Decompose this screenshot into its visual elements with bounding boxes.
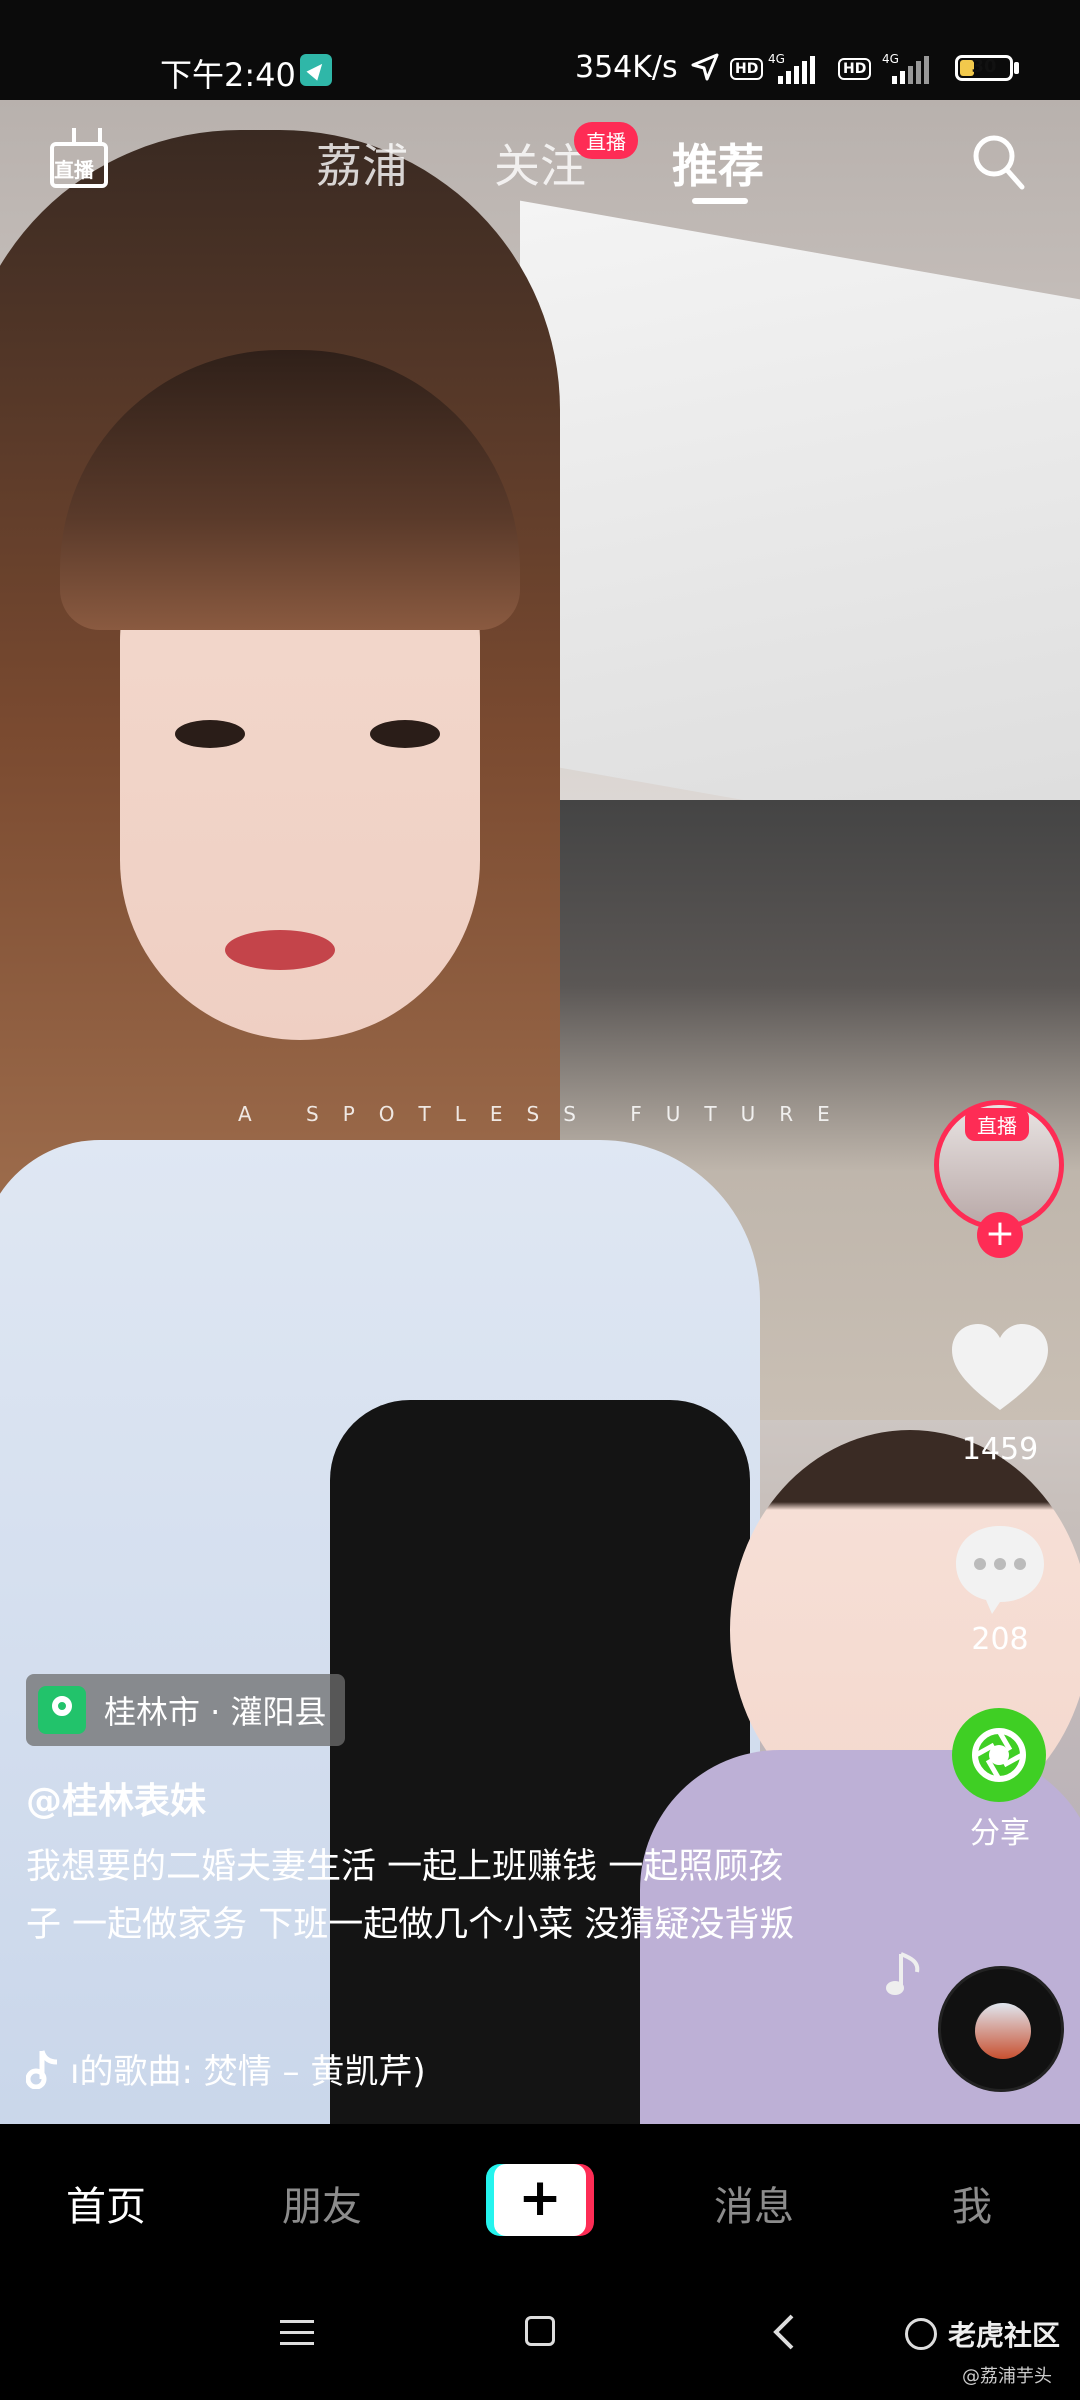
status-bar: 下午2:40 354K/s HD 4G HD 4G 30 [0,0,1080,100]
tab-local[interactable]: 荔浦 [316,130,408,196]
watermark-name: 老虎社区 [948,2319,1061,2352]
music-info[interactable]: ı的歌曲: 焚情 – 黄凯芹) [26,2044,426,2093]
location-tag[interactable]: 桂林市 · 灌阳县 [26,1674,345,1746]
avatar-live-badge: 直播 [965,1108,1029,1141]
status-time: 下午2:40 [160,56,296,94]
system-nav-bar: 老虎社区 @荔浦芋头 [0,2280,1080,2400]
network-speed: 354K/s [575,50,678,85]
home-icon[interactable] [525,2316,555,2346]
tab-following[interactable]: 关注 [494,130,586,196]
car-window [520,200,1080,860]
network-type-label: 4G [768,52,785,66]
location-pin-icon [38,1686,86,1734]
heart-icon[interactable] [950,1322,1050,1414]
navigation-app-icon [300,54,332,86]
back-icon[interactable] [770,2314,800,2350]
aperture-icon [972,1728,1026,1782]
music-title: ı的歌曲: 焚情 – 黄凯芹) [70,2052,426,2092]
watermark-handle: @荔浦芋头 [962,2366,1052,2387]
battery-icon: 30 [955,55,1013,81]
location-arrow-icon [691,53,719,81]
comment-count: 208 [971,1622,1029,1657]
search-icon[interactable] [970,132,1026,192]
share-icon[interactable] [952,1708,1046,1802]
tab-recommend[interactable]: 推荐 [672,130,764,196]
recent-apps-icon[interactable] [280,2318,314,2348]
live-tv-icon[interactable]: 直播 [50,128,120,192]
location-text: 桂林市 · 灌阳县 [104,1693,327,1731]
hd-icon: HD [730,58,764,80]
battery-tip [1014,62,1019,74]
left-eye [175,720,245,748]
tiktok-note-icon [26,2049,58,2089]
music-note-icon [886,1952,920,1995]
hd-icon-2: HD [838,58,872,80]
create-button[interactable]: + [486,2164,594,2236]
video-caption: 我想要的二婚夫妻生活 一起上班赚钱 一起照顾孩子 一起做家务 下班一起做几个小菜… [26,1847,795,1945]
signal-icon: 4G [768,52,815,84]
top-nav: 直播 荔浦 关注 直播 推荐 [0,100,1080,220]
plus-icon: + [494,2164,586,2236]
community-logo-icon [905,2318,937,2350]
lips [225,930,335,970]
comment-icon[interactable] [952,1520,1048,1616]
music-disc[interactable] [938,1966,1064,2092]
live-tv-label: 直播 [54,158,94,182]
author-username[interactable]: @桂林表妹 [26,1772,206,1824]
nav-messages[interactable]: 消息 [714,2174,794,2232]
signal-icon-2: 4G [882,52,929,84]
follow-button[interactable]: + [977,1212,1023,1258]
nav-home[interactable]: 首页 [66,2174,146,2232]
video-overlay-text: A SPOTLESS FUTURE [238,1102,854,1126]
right-eye [370,720,440,748]
bottom-nav: 首页 朋友 + 消息 我 [0,2124,1080,2280]
share-label: 分享 [970,1816,1030,1851]
music-cover [975,2003,1031,2059]
nav-me[interactable]: 我 [952,2174,992,2232]
battery-level: 30 [971,56,997,77]
following-live-badge: 直播 [574,122,638,159]
like-count: 1459 [961,1432,1039,1467]
network-type-label-2: 4G [882,52,899,66]
active-tab-indicator [692,198,748,204]
nav-friends[interactable]: 朋友 [282,2174,362,2232]
